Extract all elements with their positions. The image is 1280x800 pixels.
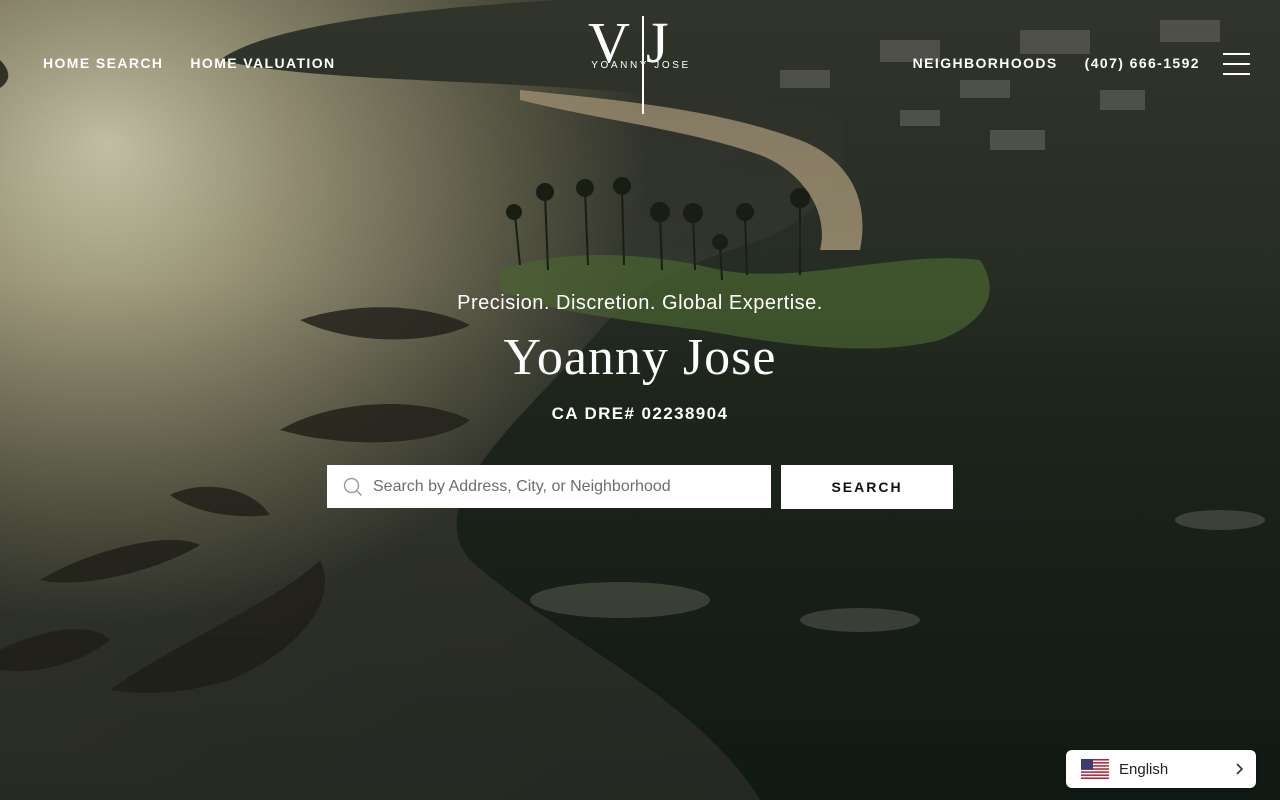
nav-home-search[interactable]: HOME SEARCH: [43, 55, 163, 71]
us-flag-icon: [1081, 759, 1109, 779]
hero-tagline: Precision. Discretion. Global Expertise.: [457, 292, 823, 314]
hamburger-line: [1223, 63, 1250, 65]
hamburger-line: [1223, 53, 1250, 55]
hamburger-menu-icon[interactable]: [1223, 53, 1250, 75]
hamburger-line: [1223, 73, 1250, 75]
primary-nav-right: NEIGHBORHOODS (407) 666-1592: [913, 55, 1200, 71]
search-input[interactable]: [373, 477, 763, 496]
nav-home-valuation[interactable]: HOME VALUATION: [190, 55, 335, 71]
search-icon: [343, 477, 362, 496]
language-selector[interactable]: English: [1066, 750, 1256, 788]
logo-name: YOANNY JOSE: [591, 60, 691, 71]
nav-neighborhoods[interactable]: NEIGHBORHOODS: [913, 55, 1058, 71]
search-button[interactable]: SEARCH: [781, 465, 953, 509]
primary-nav-left: HOME SEARCH HOME VALUATION: [43, 55, 336, 71]
phone-link[interactable]: (407) 666-1592: [1085, 55, 1200, 71]
hero-overlay: [0, 0, 1280, 800]
hero-background: [0, 0, 1280, 800]
language-label: English: [1119, 760, 1169, 778]
chevron-right-icon: [1236, 763, 1244, 775]
site-logo[interactable]: V J YOANNY JOSE: [586, 14, 696, 116]
search-bar: [327, 465, 771, 508]
agent-name-heading: Yoanny Jose: [503, 329, 777, 386]
license-number: CA DRE# 02238904: [551, 404, 729, 423]
